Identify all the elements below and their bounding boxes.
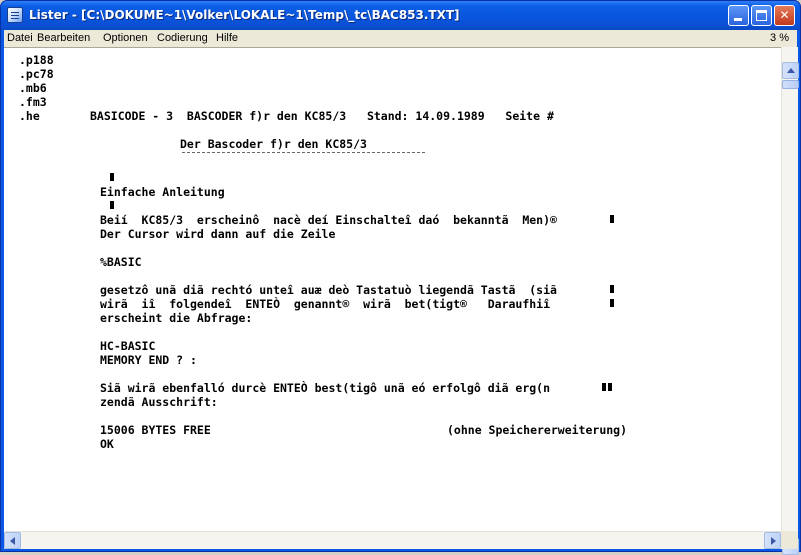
size-grip[interactable] (781, 531, 798, 549)
window-title: Lister - [C:\DOKUME~1\Volker\LOKALE~1\Te… (29, 8, 460, 22)
close-icon: ✕ (779, 8, 790, 22)
text-line: Der Bascoder f)r den KC85/3 (180, 137, 367, 151)
block-glyph (610, 299, 614, 307)
chevron-left-icon (10, 537, 15, 545)
text-line: wirã iî folgendeî ENTEÒ genannt® wirã be… (100, 297, 557, 311)
chevron-up-icon (787, 68, 795, 73)
text-line: .mb6 (19, 81, 47, 95)
vertical-scrollbar[interactable] (781, 47, 799, 555)
block-glyph (608, 383, 612, 391)
text-line: 15006 BYTES FREE (100, 423, 211, 437)
maximize-icon (756, 10, 767, 21)
block-glyph (110, 173, 114, 181)
menu-datei[interactable]: Datei (7, 32, 33, 44)
scroll-percent: 3 % (770, 32, 789, 44)
horizontal-scrollbar[interactable] (4, 531, 781, 549)
text-line: Der Cursor wird dann auf die Zeile (100, 227, 336, 241)
title-bar[interactable]: Lister - [C:\DOKUME~1\Volker\LOKALE~1\Te… (1, 1, 800, 30)
document-icon (7, 7, 23, 23)
text-line: .fm3 (19, 95, 47, 109)
menu-bar: Datei Bearbeiten Optionen Codierung Hilf… (4, 30, 797, 47)
text-line: %BASIC (100, 255, 142, 269)
block-glyph (110, 201, 114, 209)
scroll-left-button[interactable] (4, 532, 21, 549)
menu-bearbeiten[interactable]: Bearbeiten (37, 32, 90, 44)
menu-optionen[interactable]: Optionen (103, 32, 148, 44)
text-line: erscheint die Abfrage: (100, 311, 253, 325)
minimize-button[interactable] (728, 5, 749, 26)
menu-codierung[interactable]: Codierung (157, 32, 208, 44)
block-glyph (610, 215, 614, 223)
text-line: OK (100, 437, 114, 451)
lister-window: Lister - [C:\DOKUME~1\Volker\LOKALE~1\Te… (0, 0, 801, 555)
block-glyph (610, 285, 614, 293)
menu-hilfe[interactable]: Hilfe (216, 32, 238, 44)
text-line: .p188 (19, 53, 54, 67)
scroll-right-button[interactable] (764, 532, 781, 549)
text-line: Einfache Anleitung (100, 185, 225, 199)
text-line: MEMORY END ? : (100, 353, 197, 367)
text-line: Beií KC85/3 erscheinô nacè deí Einschalt… (100, 213, 564, 227)
scroll-thumb[interactable] (782, 80, 799, 89)
text-line: Siã wirã ebenfalló durcè ENTEÒ best(tigô… (100, 381, 551, 395)
text-viewer[interactable]: .p188 .pc78 .mb6 .fm3 .he BASICODE - 3 B… (4, 47, 781, 531)
text-line: gesetzô unã diã rechtó unteî auæ deò Tas… (100, 283, 564, 297)
text-line: .he (19, 109, 40, 123)
minimize-icon (734, 18, 742, 21)
close-button[interactable]: ✕ (774, 5, 795, 26)
chevron-right-icon (771, 537, 776, 545)
maximize-button[interactable] (751, 5, 772, 26)
text-line: (ohne Speichererweiterung) (447, 423, 628, 437)
text-line: HC-BASIC (100, 339, 156, 353)
block-glyph (602, 383, 606, 391)
scroll-up-button[interactable] (782, 62, 799, 79)
text-line: .pc78 (19, 67, 54, 81)
text-line: BASICODE - 3 BASCODER f)r den KC85/3 Sta… (90, 109, 554, 123)
underline-divider (182, 152, 425, 153)
text-line: zendã Ausschrift: (100, 395, 218, 409)
